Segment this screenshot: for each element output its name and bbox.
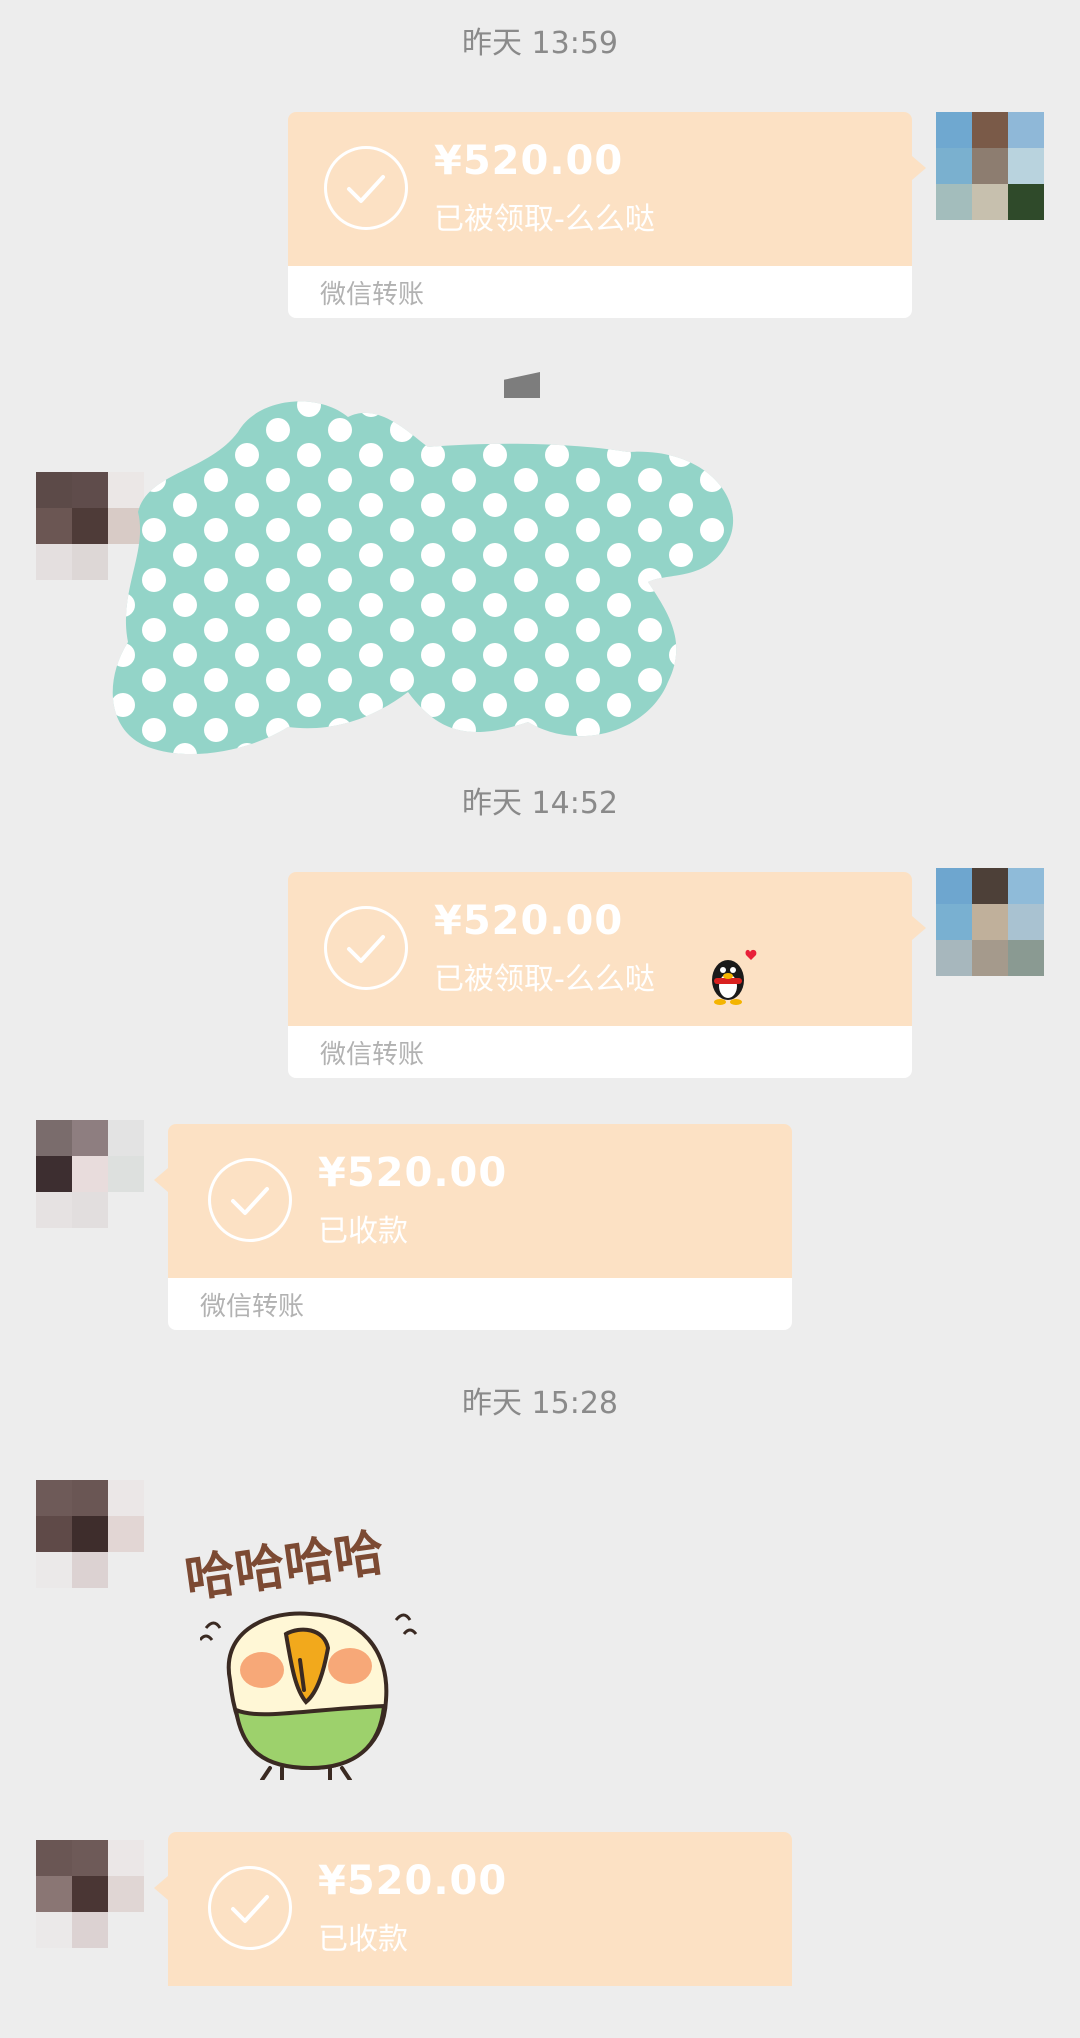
transfer-footer-label: 微信转账 <box>320 1040 425 1070</box>
transfer-status: 已收款 <box>318 1922 408 1957</box>
timestamp: 昨天 14:52 <box>462 786 618 821</box>
sticker-text: 哈哈哈哈 <box>181 1522 388 1609</box>
avatar-contact[interactable] <box>36 1840 144 1948</box>
transfer-amount: ¥520.00 <box>434 898 624 944</box>
transfer-card-footer: 微信转账 <box>288 1026 912 1078</box>
transfer-message-sent[interactable]: ¥520.00 已被领取-么么哒 微信转账 <box>288 112 926 318</box>
avatar-contact[interactable] <box>36 1120 144 1228</box>
bubble-tail <box>154 1168 168 1192</box>
haha-sticker[interactable]: 哈哈哈哈 <box>180 1480 480 1780</box>
check-circle-icon <box>208 1158 292 1242</box>
avatar-contact[interactable] <box>36 1480 144 1588</box>
transfer-amount: ¥520.00 <box>318 1150 508 1196</box>
transfer-amount: ¥520.00 <box>318 1858 508 1904</box>
transfer-card-top: ¥520.00 已被领取-么么哒 <box>288 112 912 266</box>
penguin-heart-icon <box>712 949 757 1005</box>
check-circle-icon <box>324 146 408 230</box>
check-circle-icon <box>324 906 408 990</box>
transfer-card-top: ¥520.00 已收款 <box>168 1832 792 1986</box>
transfer-status: 已被领取-么么哒 <box>434 202 655 237</box>
transfer-card-top: ¥520.00 已收款 <box>168 1124 792 1278</box>
transfer-card-top: ¥520.00 已被领取-么么哒 <box>288 872 912 1026</box>
bubble-tail <box>154 1876 168 1900</box>
timestamp: 昨天 15:28 <box>462 1386 618 1421</box>
transfer-amount: ¥520.00 <box>434 138 624 184</box>
transfer-card-footer: 微信转账 <box>168 1278 792 1330</box>
transfer-footer-label: 微信转账 <box>200 1292 305 1322</box>
transfer-status: 已收款 <box>318 1214 408 1249</box>
transfer-card-footer: 微信转账 <box>288 266 912 318</box>
check-circle-icon <box>208 1866 292 1950</box>
transfer-status: 已被领取-么么哒 <box>434 962 655 997</box>
bubble-tail <box>912 156 926 180</box>
polka-dot-sticker[interactable] <box>108 392 748 764</box>
avatar-self[interactable] <box>936 112 1044 220</box>
bubble-tail <box>912 916 926 940</box>
transfer-message-received[interactable]: ¥520.00 已收款 <box>154 1832 792 2038</box>
transfer-message-sent[interactable]: ¥520.00 已被领取-么么哒 微信转账 <box>288 872 926 1078</box>
parrot-icon <box>200 1611 418 1780</box>
avatar-self[interactable] <box>936 868 1044 976</box>
transfer-footer-label: 微信转账 <box>320 280 425 310</box>
obscured-text <box>460 376 478 386</box>
timestamp: 昨天 13:59 <box>462 26 618 61</box>
transfer-message-received[interactable]: ¥520.00 已收款 微信转账 <box>154 1124 792 1330</box>
